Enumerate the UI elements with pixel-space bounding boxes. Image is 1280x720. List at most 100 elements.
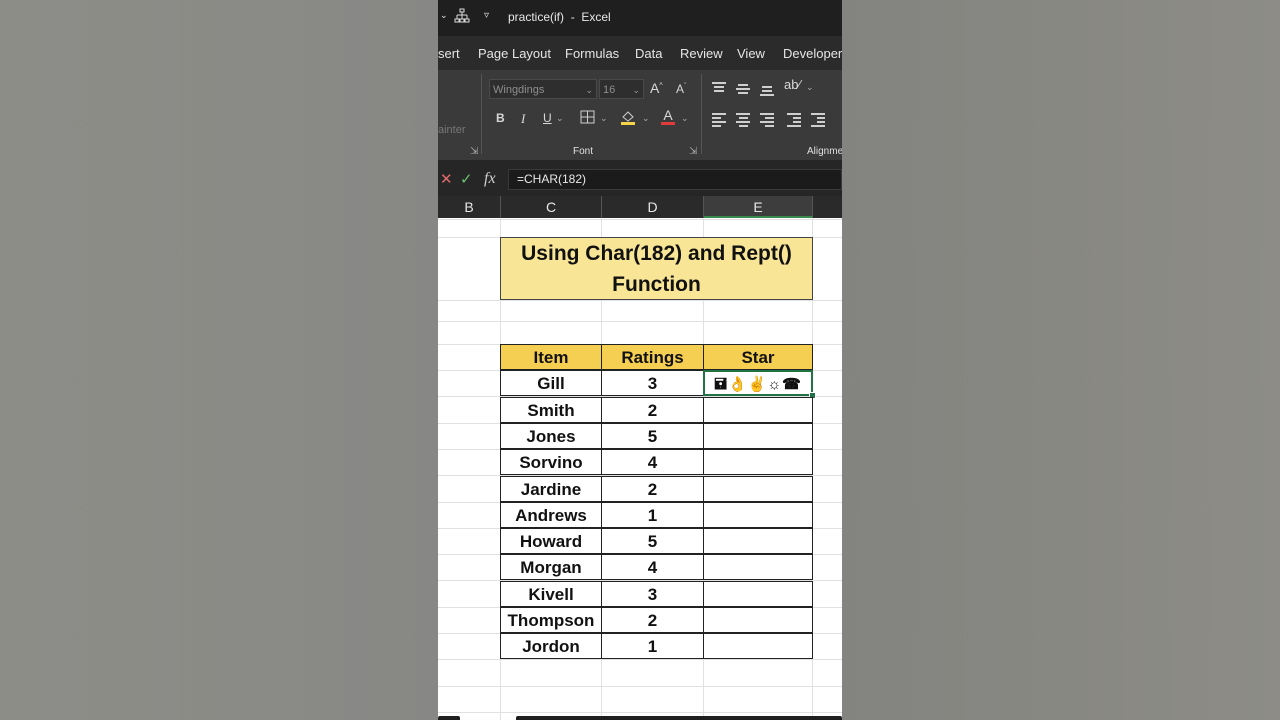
chevron-down-icon[interactable]: ⌄ — [600, 113, 608, 124]
decrease-indent-icon[interactable] — [787, 113, 801, 127]
rating-cell[interactable]: 2 — [601, 476, 704, 502]
rating-cell[interactable]: 1 — [601, 502, 704, 528]
rating-cell[interactable]: 2 — [601, 397, 704, 423]
formula-input[interactable]: =CHAR(182) — [508, 169, 842, 190]
header-star[interactable]: Star — [703, 344, 813, 370]
item-cell[interactable]: Thompson — [500, 607, 602, 633]
header-item[interactable]: Item — [500, 344, 602, 370]
horizontal-scrollbar[interactable] — [516, 716, 842, 720]
formula-bar: ✕ ✓ fx =CHAR(182) — [438, 160, 842, 196]
tab-data[interactable]: Data — [635, 46, 662, 61]
rating-cell[interactable]: 4 — [601, 449, 704, 475]
enter-icon[interactable]: ✓ — [460, 170, 473, 188]
star-cell[interactable] — [703, 528, 813, 554]
rating-cell[interactable]: 5 — [601, 528, 704, 554]
sheet-scroll-bar[interactable] — [438, 716, 460, 720]
item-cell[interactable]: Jones — [500, 423, 602, 449]
column-header-e[interactable]: E — [704, 196, 813, 218]
item-cell[interactable]: Sorvino — [500, 449, 602, 475]
rating-cell[interactable]: 2 — [601, 607, 704, 633]
align-bottom-icon[interactable] — [760, 86, 774, 98]
item-cell[interactable]: Gill — [500, 370, 602, 396]
rating-cell[interactable]: 1 — [601, 633, 704, 659]
font-size-combo[interactable]: 16 ⌄ — [599, 79, 644, 99]
item-cell[interactable]: Jordon — [500, 633, 602, 659]
sheet-title[interactable]: Using Char(182) and Rept() Function — [500, 237, 813, 300]
chevron-down-icon[interactable]: ⌄ — [642, 113, 650, 124]
font-name-combo[interactable]: Wingdings ⌄ — [489, 79, 597, 99]
grow-font-button[interactable]: A^ — [650, 80, 663, 96]
font-launcher-icon[interactable]: ⇲ — [689, 146, 697, 157]
rating-cell[interactable]: 3 — [601, 370, 704, 396]
customize-toolbar-icon[interactable]: ▿ — [484, 10, 489, 21]
cancel-icon[interactable]: ✕ — [440, 170, 453, 188]
title-line-1: Using Char(182) and Rept() — [521, 242, 792, 265]
orientation-icon[interactable]: ab⁄ — [784, 77, 801, 92]
star-cell[interactable] — [703, 423, 813, 449]
worksheet-grid[interactable]: Using Char(182) and Rept() Function Item… — [438, 218, 842, 720]
align-top-icon[interactable] — [712, 82, 726, 94]
title-bar: ⌄ ▿ practice(if) - Excel — [438, 0, 842, 36]
format-painter-label[interactable]: ainter — [438, 124, 466, 136]
align-left-icon[interactable] — [712, 113, 726, 127]
tab-developer[interactable]: Developer — [783, 46, 842, 61]
star-cell[interactable] — [703, 607, 813, 633]
underline-button[interactable]: U — [543, 111, 552, 125]
background-right-blur — [842, 0, 1280, 720]
column-header-c[interactable]: C — [501, 196, 602, 218]
chevron-down-icon[interactable]: ⌄ — [806, 82, 814, 93]
dropdown-chevron-icon[interactable]: ⌄ — [440, 10, 448, 21]
column-header-f[interactable] — [813, 196, 842, 218]
star-cell[interactable]: 🖬👌✌☼☎ — [703, 370, 813, 396]
rating-cell[interactable]: 3 — [601, 581, 704, 607]
tab-review[interactable]: Review — [680, 46, 723, 61]
item-cell[interactable]: Kivell — [500, 581, 602, 607]
rating-cell[interactable]: 5 — [601, 423, 704, 449]
star-cell[interactable] — [703, 633, 813, 659]
group-separator — [701, 74, 702, 154]
align-center-icon[interactable] — [736, 113, 750, 127]
shrink-font-button[interactable]: Aˇ — [676, 82, 686, 96]
header-ratings[interactable]: Ratings — [601, 344, 704, 370]
tab-page-layout[interactable]: Page Layout — [478, 46, 551, 61]
gridline — [438, 219, 842, 220]
item-cell[interactable]: Andrews — [500, 502, 602, 528]
tab-insert[interactable]: sert — [438, 46, 460, 61]
bold-button[interactable]: B — [496, 111, 505, 125]
align-middle-icon[interactable] — [736, 84, 750, 96]
star-cell[interactable] — [703, 502, 813, 528]
sitemap-icon[interactable] — [454, 8, 470, 27]
tab-formulas[interactable]: Formulas — [565, 46, 619, 61]
chevron-down-icon[interactable]: ⌄ — [681, 113, 689, 124]
star-cell[interactable] — [703, 554, 813, 580]
tab-view[interactable]: View — [737, 46, 765, 61]
borders-icon[interactable] — [580, 110, 595, 127]
insert-function-icon[interactable]: fx — [484, 170, 496, 188]
workbook-name: practice(if) — [508, 10, 565, 24]
align-right-icon[interactable] — [760, 113, 774, 127]
chevron-down-icon[interactable]: ⌄ — [556, 113, 564, 124]
excel-window: ⌄ ▿ practice(if) - Excel sert Page Layou… — [438, 0, 842, 720]
title-line-2: Function — [612, 273, 701, 296]
star-cell[interactable] — [703, 476, 813, 502]
italic-button[interactable]: I — [521, 111, 525, 127]
app-name: Excel — [581, 10, 611, 24]
ribbon-tabs: sert Page Layout Formulas Data Review Vi… — [438, 36, 842, 70]
item-cell[interactable]: Morgan — [500, 554, 602, 580]
star-cell[interactable] — [703, 449, 813, 475]
column-header-b[interactable]: B — [438, 196, 501, 218]
clipboard-launcher-icon[interactable]: ⇲ — [470, 146, 478, 157]
star-cell[interactable] — [703, 397, 813, 423]
gridline — [438, 321, 842, 322]
item-cell[interactable]: Jardine — [500, 476, 602, 502]
item-cell[interactable]: Howard — [500, 528, 602, 554]
font-color-button[interactable]: A — [661, 108, 675, 125]
background-left-blur — [0, 0, 438, 720]
star-cell[interactable] — [703, 581, 813, 607]
rating-cell[interactable]: 4 — [601, 554, 704, 580]
item-cell[interactable]: Smith — [500, 397, 602, 423]
fill-color-icon[interactable] — [620, 109, 636, 128]
window-title: practice(if) - Excel — [508, 10, 611, 24]
column-header-d[interactable]: D — [602, 196, 704, 218]
increase-indent-icon[interactable] — [811, 113, 825, 127]
